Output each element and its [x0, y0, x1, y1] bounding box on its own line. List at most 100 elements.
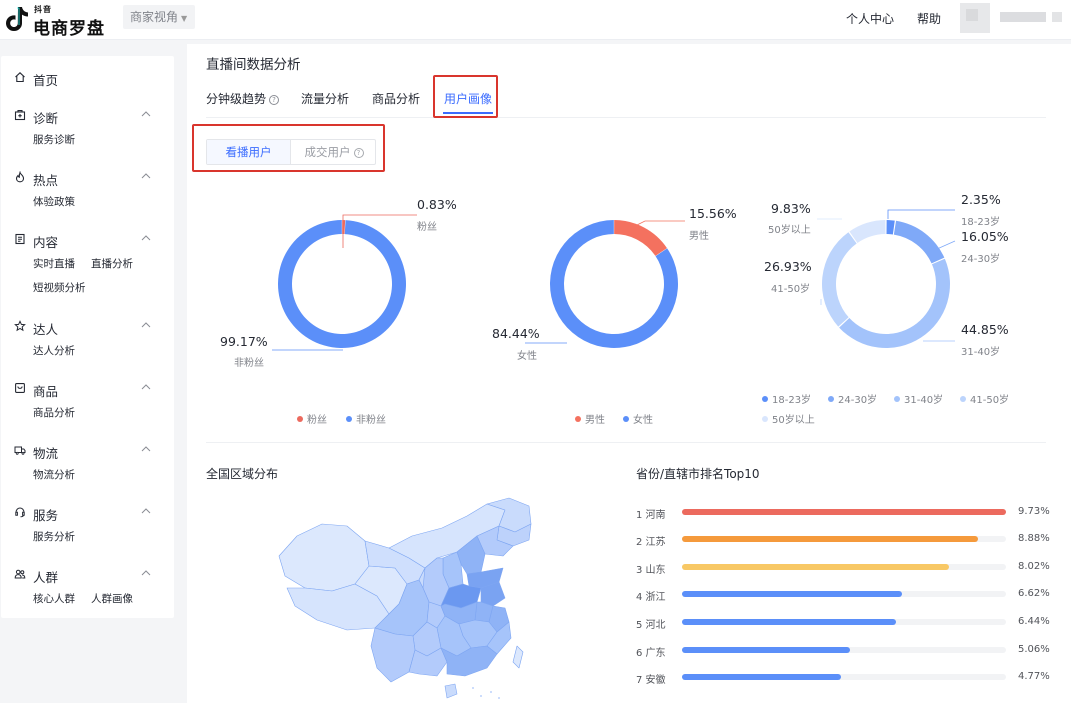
segment-label: 成交用户 [304, 145, 351, 159]
main-panel: 直播间数据分析 分钟级趋势? 流量分析 商品分析 用户画像 看播用户 成交用户?… [187, 44, 1071, 703]
brand-logo[interactable]: 抖音 电商罗盘 [4, 3, 114, 39]
ranking-row[interactable]: 4 浙江 6.62% [636, 588, 1050, 603]
avatar[interactable] [960, 3, 990, 33]
sidebar-item-experience-policy[interactable]: 体验政策 [33, 194, 75, 209]
sidebar-group-toggle[interactable]: 达人 [1, 318, 174, 338]
ranking-bar [682, 647, 851, 653]
region-section-title: 全国区域分布 [206, 467, 279, 481]
ranking-row[interactable]: 1 河南 9.73% [636, 506, 1050, 521]
data-label-name: 18-23岁 [961, 217, 1001, 228]
sidebar-item-live-realtime[interactable]: 实时直播 [33, 256, 75, 271]
sidebar-item-service-diagnosis[interactable]: 服务诊断 [33, 132, 75, 147]
legend-item-age-3[interactable]: 41-50岁 [960, 391, 1009, 406]
sidebar-group-toggle[interactable]: 诊断 [1, 107, 174, 127]
leader-line [634, 220, 685, 227]
legend-item-female[interactable]: 女性 [623, 411, 653, 426]
sidebar-group-label: 商品 [33, 384, 59, 399]
help-circle-icon[interactable]: ? [353, 148, 364, 158]
data-label-pct: 84.44% [492, 326, 540, 341]
chevron-up-icon [141, 322, 151, 328]
legend-item-age-0[interactable]: 18-23岁 [762, 391, 811, 406]
sidebar-item-logistics-analysis[interactable]: 物流分析 [33, 467, 75, 482]
help-link[interactable]: 帮助 [917, 10, 941, 27]
perspective-switcher[interactable]: 商家视角 ▼ [123, 5, 195, 29]
ranking-label: 1 河南 [636, 510, 666, 521]
sidebar-group-label: 热点 [33, 173, 59, 188]
legend-item-age-1[interactable]: 24-30岁 [828, 391, 877, 406]
ranking-row[interactable]: 5 河北 6.44% [636, 616, 1050, 631]
medkit-icon [14, 110, 26, 121]
ranking-value: 8.02% [1018, 561, 1050, 572]
sidebar-item-live-analysis[interactable]: 直播分析 [91, 256, 133, 271]
legend-dot [894, 396, 900, 402]
data-label-name: 41-50岁 [771, 284, 811, 295]
ranking-section-title: 省份/直辖市排名Top10 [636, 467, 760, 481]
age-legend: 18-23岁 24-30岁 31-40岁 41-50岁 50岁以上 [762, 391, 1062, 431]
ranking-value: 4.77% [1018, 671, 1050, 682]
data-label-name: 31-40岁 [961, 347, 1001, 358]
segment-buyers[interactable]: 成交用户? [292, 140, 376, 164]
sidebar-item-core-crowd[interactable]: 核心人群 [33, 591, 75, 606]
sidebar-group-label: 服务 [33, 508, 59, 523]
ranking-track [682, 536, 1006, 542]
tab-minute-trend[interactable]: 分钟级趋势? [206, 90, 280, 107]
china-region-map[interactable] [277, 496, 537, 703]
star-icon [14, 320, 26, 332]
sidebar-group-label: 诊断 [33, 111, 59, 126]
ranking-bar [682, 591, 903, 597]
ranking-row[interactable]: 2 江苏 8.88% [636, 533, 1050, 548]
ranking-row[interactable]: 3 山东 8.02% [636, 561, 1050, 576]
sidebar: 首页 诊断 服务诊断 热点 体验政策 内容 实时直播 直播分析 短视频分析 达人… [1, 56, 174, 618]
legend-label: 50岁以上 [772, 415, 815, 426]
tab-product-analysis[interactable]: 商品分析 [372, 90, 420, 107]
ranking-label: 7 安徽 [636, 675, 666, 686]
legend-item-age-4[interactable]: 50岁以上 [762, 411, 815, 426]
legend-dot [762, 416, 768, 422]
segment-viewers[interactable]: 看播用户 [207, 140, 291, 164]
ranking-bar [682, 536, 978, 542]
ranking-row[interactable]: 6 广东 5.06% [636, 644, 1050, 659]
truck-icon [14, 446, 26, 455]
legend-label: 女性 [633, 415, 653, 426]
personal-center-link[interactable]: 个人中心 [846, 10, 894, 27]
sidebar-item-crowd-profile[interactable]: 人群画像 [91, 591, 133, 606]
leader-line [342, 214, 417, 248]
legend-dot [623, 416, 629, 422]
ranking-row[interactable]: 7 安徽 4.77% [636, 671, 1050, 686]
sidebar-group-toggle[interactable]: 商品 [1, 380, 174, 400]
legend-item-fans[interactable]: 粉丝 [297, 411, 327, 426]
douyin-logo-icon [6, 7, 28, 31]
data-label-name: 非粉丝 [234, 358, 264, 369]
ranking-value: 5.06% [1018, 644, 1050, 655]
data-label-pct: 16.05% [961, 229, 1009, 244]
tab-label: 分钟级趋势 [206, 92, 267, 106]
legend-item-age-2[interactable]: 31-40岁 [894, 391, 943, 406]
legend-label: 18-23岁 [772, 395, 812, 406]
user-menu-redacted[interactable] [1052, 12, 1062, 22]
legend-item-nonfans[interactable]: 非粉丝 [346, 411, 386, 426]
ranking-value: 6.62% [1018, 588, 1050, 599]
data-label-name: 24-30岁 [961, 254, 1001, 265]
sidebar-group-toggle[interactable]: 热点 [1, 169, 174, 189]
sidebar-item-service-analysis[interactable]: 服务分析 [33, 529, 75, 544]
chevron-up-icon [141, 508, 151, 514]
leader-line [936, 240, 956, 250]
user-name-redacted[interactable] [1000, 12, 1046, 22]
sidebar-item-talent-analysis[interactable]: 达人分析 [33, 343, 75, 358]
ranking-bar [682, 674, 841, 680]
legend-item-male[interactable]: 男性 [575, 411, 605, 426]
sidebar-item-product-analysis[interactable]: 商品分析 [33, 405, 75, 420]
sidebar-group-toggle[interactable]: 内容 [1, 231, 174, 251]
ranking-label: 4 浙江 [636, 592, 666, 603]
sidebar-group-toggle[interactable]: 人群 [1, 566, 174, 586]
legend-label: 31-40岁 [904, 395, 944, 406]
tab-traffic-analysis[interactable]: 流量分析 [301, 90, 349, 107]
ranking-bar [682, 619, 897, 625]
sidebar-group-toggle[interactable]: 服务 [1, 504, 174, 524]
ranking-track [682, 591, 1006, 597]
chevron-up-icon [141, 570, 151, 576]
sidebar-group-toggle[interactable]: 物流 [1, 442, 174, 462]
highlight-box-tab [433, 75, 498, 118]
help-circle-icon[interactable]: ? [269, 95, 280, 105]
sidebar-item-short-video-analysis[interactable]: 短视频分析 [33, 280, 86, 295]
